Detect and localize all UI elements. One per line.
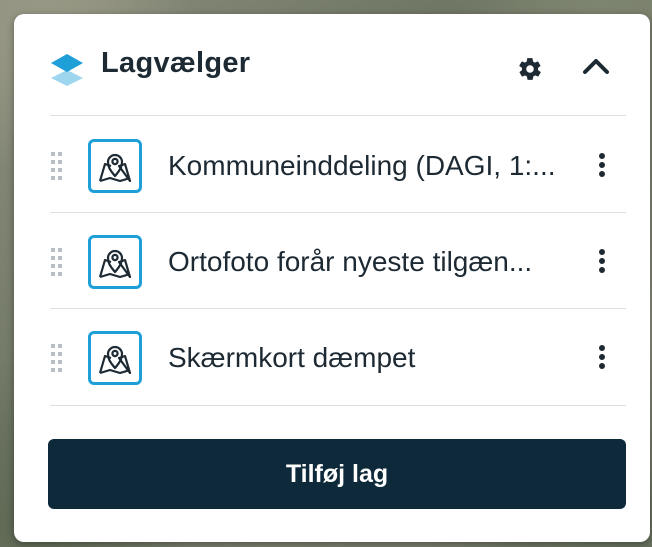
collapse-button[interactable] — [576, 50, 616, 86]
drag-handle-icon[interactable] — [50, 247, 64, 277]
panel-header: Lagvælger — [14, 14, 650, 114]
layer-row[interactable]: Ortofoto forår nyeste tilgæn... — [50, 213, 626, 309]
layer-label: Skærmkort dæmpet — [168, 342, 416, 373]
gear-icon — [517, 56, 543, 87]
map-pin-icon — [88, 235, 142, 289]
layer-row[interactable]: Kommuneinddeling (DAGI, 1:... — [50, 117, 626, 213]
layer-label: Kommuneinddeling (DAGI, 1:... — [168, 150, 556, 181]
layer-label: Ortofoto forår nyeste tilgæn... — [168, 246, 533, 277]
drag-handle-icon[interactable] — [50, 151, 64, 181]
map-pin-icon — [88, 139, 142, 193]
more-options-icon[interactable] — [590, 339, 614, 375]
divider — [50, 405, 626, 406]
layer-picker-panel: Lagvælger Kommuneinddeling (DAGI, 1:... … — [14, 14, 650, 542]
add-layer-button[interactable]: Tilføj lag — [48, 439, 626, 509]
more-options-icon[interactable] — [590, 147, 614, 183]
layers-stack-icon — [50, 50, 84, 90]
divider — [50, 115, 626, 116]
more-options-icon[interactable] — [590, 243, 614, 279]
settings-button[interactable] — [510, 53, 550, 89]
panel-title: Lagvælger — [101, 47, 251, 79]
drag-handle-icon[interactable] — [50, 343, 64, 373]
layer-row[interactable]: Skærmkort dæmpet — [50, 309, 626, 405]
chevron-up-icon — [582, 56, 610, 81]
map-pin-icon — [88, 331, 142, 385]
